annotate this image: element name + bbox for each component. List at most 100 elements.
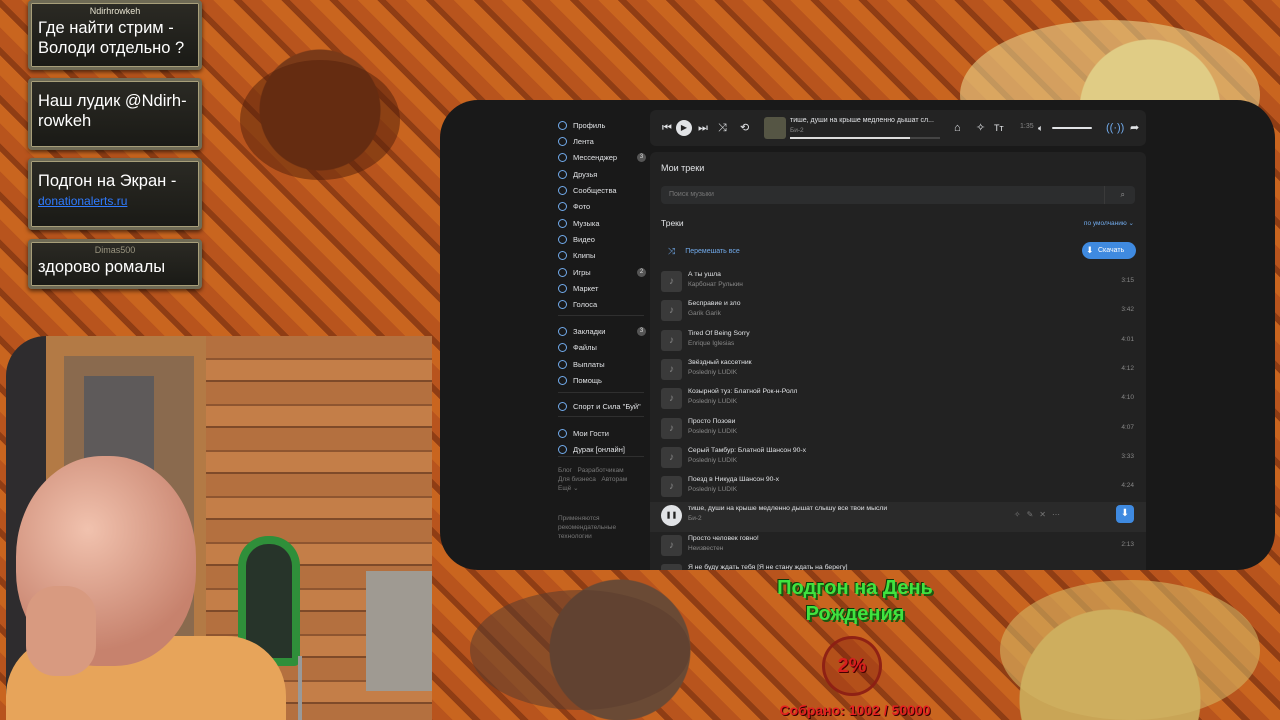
track-artist[interactable]: Posledniy LUDIK [688, 369, 737, 376]
download-button[interactable]: ⬇ Скачать [1082, 242, 1136, 259]
track-artist[interactable]: Posledniy LUDIK [688, 457, 737, 464]
repeat-icon[interactable]: ⟲ [740, 121, 749, 135]
track-artist[interactable]: Posledniy LUDIK [688, 428, 737, 435]
track-title: Просто Позови [688, 417, 736, 425]
sidebar-item[interactable]: Игры 2 [558, 265, 646, 279]
sidebar-item[interactable]: Спорт и Сила "Буй" [558, 399, 646, 413]
progress-bar[interactable] [790, 137, 940, 139]
track-title: Серый Тамбур: Блатной Шансон 90-х [688, 446, 807, 454]
track-artist[interactable]: Неизвестен [688, 545, 723, 552]
footer-link[interactable]: Авторам [601, 476, 627, 483]
sidebar-item-icon [558, 342, 567, 352]
music-search-input[interactable]: Поиск музыки ⌕ [661, 186, 1135, 204]
sidebar-item-icon [558, 152, 567, 162]
shuffle-all-button[interactable]: ⤨ Перемешать все [668, 246, 740, 257]
sidebar-item[interactable]: Помощь [558, 373, 646, 387]
shuffle-icon[interactable]: ⤨ [718, 121, 727, 135]
share-icon[interactable]: ➦ [1130, 121, 1139, 135]
sidebar-item[interactable]: Профиль [558, 118, 646, 132]
previous-track-icon[interactable]: ⏮ [662, 121, 672, 135]
sidebar-item[interactable]: Лента [558, 134, 646, 148]
track-row[interactable]: ♪ Tired Of Being Sorry Enrique Iglesias 4:0… [650, 327, 1146, 356]
track-row[interactable]: ♪ Серый Тамбур: Блатной Шансон 90-х Posled… [650, 444, 1146, 473]
track-row[interactable]: ♪ А ты ушла Карбонат Рулькин 3:15 [650, 268, 1146, 297]
sidebar-item[interactable]: Музыка [558, 216, 646, 230]
track-artist[interactable]: Би-2 [688, 515, 702, 522]
sidebar-item[interactable]: Дурак [онлайн] [558, 442, 646, 456]
background-blob [1000, 580, 1260, 720]
track-artist[interactable]: Posledniy LUDIK [688, 398, 737, 405]
track-title: Звёздный кассетник [688, 358, 752, 366]
search-divider [1104, 186, 1105, 204]
track-artist[interactable]: Posledniy LUDIK [688, 486, 737, 493]
sidebar-item[interactable]: Файлы [558, 340, 646, 354]
footer-link[interactable]: Блог [558, 467, 572, 474]
track-artist[interactable]: Garik Garik [688, 310, 721, 317]
sidebar-item[interactable]: Мои Гости [558, 426, 646, 440]
download-icon[interactable]: ⬇ [1116, 505, 1134, 524]
track-artist[interactable]: Enrique Iglesias [688, 340, 734, 347]
sparkle-icon[interactable]: ✧ [976, 121, 985, 135]
footer-link[interactable]: Для бизнеса [558, 476, 596, 483]
track-row[interactable]: ♪ Просто Позови Posledniy LUDIK 4:07 [650, 415, 1146, 444]
music-note-icon[interactable]: ♪ [661, 358, 682, 380]
sidebar-item-label: Лента [573, 136, 594, 146]
sidebar-item-icon [558, 283, 567, 293]
footer-link[interactable]: Разработчикам [577, 467, 623, 474]
music-note-icon[interactable]: ♪ [661, 329, 682, 351]
sidebar-item[interactable]: Фото [558, 199, 646, 213]
search-icon[interactable]: ⌕ [1121, 186, 1125, 204]
music-note-icon[interactable]: ♪ [661, 476, 682, 498]
sidebar-item[interactable]: Маркет [558, 281, 646, 295]
track-artist[interactable]: Карбонат Рулькин [688, 281, 743, 288]
dislike-icon[interactable]: ⌂ [954, 121, 961, 135]
sidebar-item[interactable]: Голоса [558, 297, 646, 311]
music-note-icon[interactable]: ♪ [661, 388, 682, 410]
chat-message: Dimas500 здорово ромалы [28, 239, 202, 289]
sidebar-separator [558, 416, 644, 417]
sidebar-item[interactable]: Сообщества [558, 183, 646, 197]
music-note-icon[interactable]: ♪ [661, 446, 682, 468]
play-button[interactable]: ▶ [676, 120, 692, 136]
sidebar-item[interactable]: Клипы [558, 248, 646, 262]
chat-text: Где найти стрим - Володи отдельно ? [38, 19, 185, 57]
track-row[interactable]: ♪ Поезд в Никуда Шансон 90-х Posledniy LUD… [650, 473, 1146, 502]
track-duration: 2:13 [1121, 540, 1134, 548]
sort-dropdown[interactable]: по умолчанию ⌄ [1084, 219, 1134, 227]
sidebar-item-badge: 2 [637, 268, 646, 277]
next-track-icon[interactable]: ⏭ [698, 121, 708, 135]
sidebar-footer-links[interactable]: Блог Разработчикам Для бизнеса Авторам Е… [558, 466, 644, 493]
chair [298, 656, 302, 720]
chat-link[interactable]: donationalerts.ru [38, 191, 192, 211]
track-row[interactable]: ❚❚ тише, души на крыше медленно дышат слы… [650, 502, 1146, 532]
music-note-icon[interactable]: ♪ [661, 534, 682, 556]
music-note-icon[interactable]: ♪ [661, 564, 682, 570]
track-row[interactable]: ♪ Я не буду ждать тебя [Я не стану ждать … [650, 561, 1146, 570]
music-note-icon[interactable]: ♪ [661, 417, 682, 439]
sidebar-item[interactable]: Закладки 3 [558, 324, 646, 338]
my-tracks-panel: Мои треки Поиск музыки ⌕ Треки по умолча… [650, 152, 1146, 570]
track-row[interactable]: ♪ Просто человек говно! Неизвестен 2:13 [650, 532, 1146, 561]
sidebar-item[interactable]: Мессенджер 3 [558, 150, 646, 164]
chat-author: Ndirhrowkeh [89, 6, 141, 16]
track-row[interactable]: ♪ Звёздный кассетник Posledniy LUDIK 4:12 [650, 356, 1146, 385]
player-track-artist[interactable]: Би-2 [790, 127, 804, 134]
sidebar-item[interactable]: Друзья [558, 167, 646, 181]
pause-icon[interactable]: ❚❚ [661, 505, 682, 527]
broadcast-icon[interactable]: ((·)) [1106, 121, 1124, 135]
music-note-icon[interactable]: ♪ [661, 271, 682, 292]
music-note-icon[interactable]: ♪ [661, 300, 682, 322]
volume-icon[interactable]: 🔈︎ [1038, 121, 1043, 135]
player-track-title: тише, души на крыше медленно дышат сл... [790, 117, 934, 124]
sidebar-item-label: Маркет [573, 283, 599, 293]
track-actions[interactable]: ✧✎✕⋯ [1014, 510, 1066, 519]
sidebar-item-label: Профиль [573, 120, 606, 130]
sidebar-item[interactable]: Видео [558, 232, 646, 246]
track-row[interactable]: ♪ Козырной туз: Блатной Рок-н-Ролл Posledn… [650, 385, 1146, 414]
sidebar-item[interactable]: Выплаты [558, 357, 646, 371]
chat-message: Наш лудик @Ndirh-rowkeh [28, 78, 202, 150]
footer-link[interactable]: Ещё [558, 485, 571, 492]
track-row[interactable]: ♪ Бесправие и зло Garik Garik 3:42 [650, 297, 1146, 326]
lyrics-icon[interactable]: Tт [994, 121, 1004, 135]
volume-slider[interactable] [1052, 127, 1092, 129]
